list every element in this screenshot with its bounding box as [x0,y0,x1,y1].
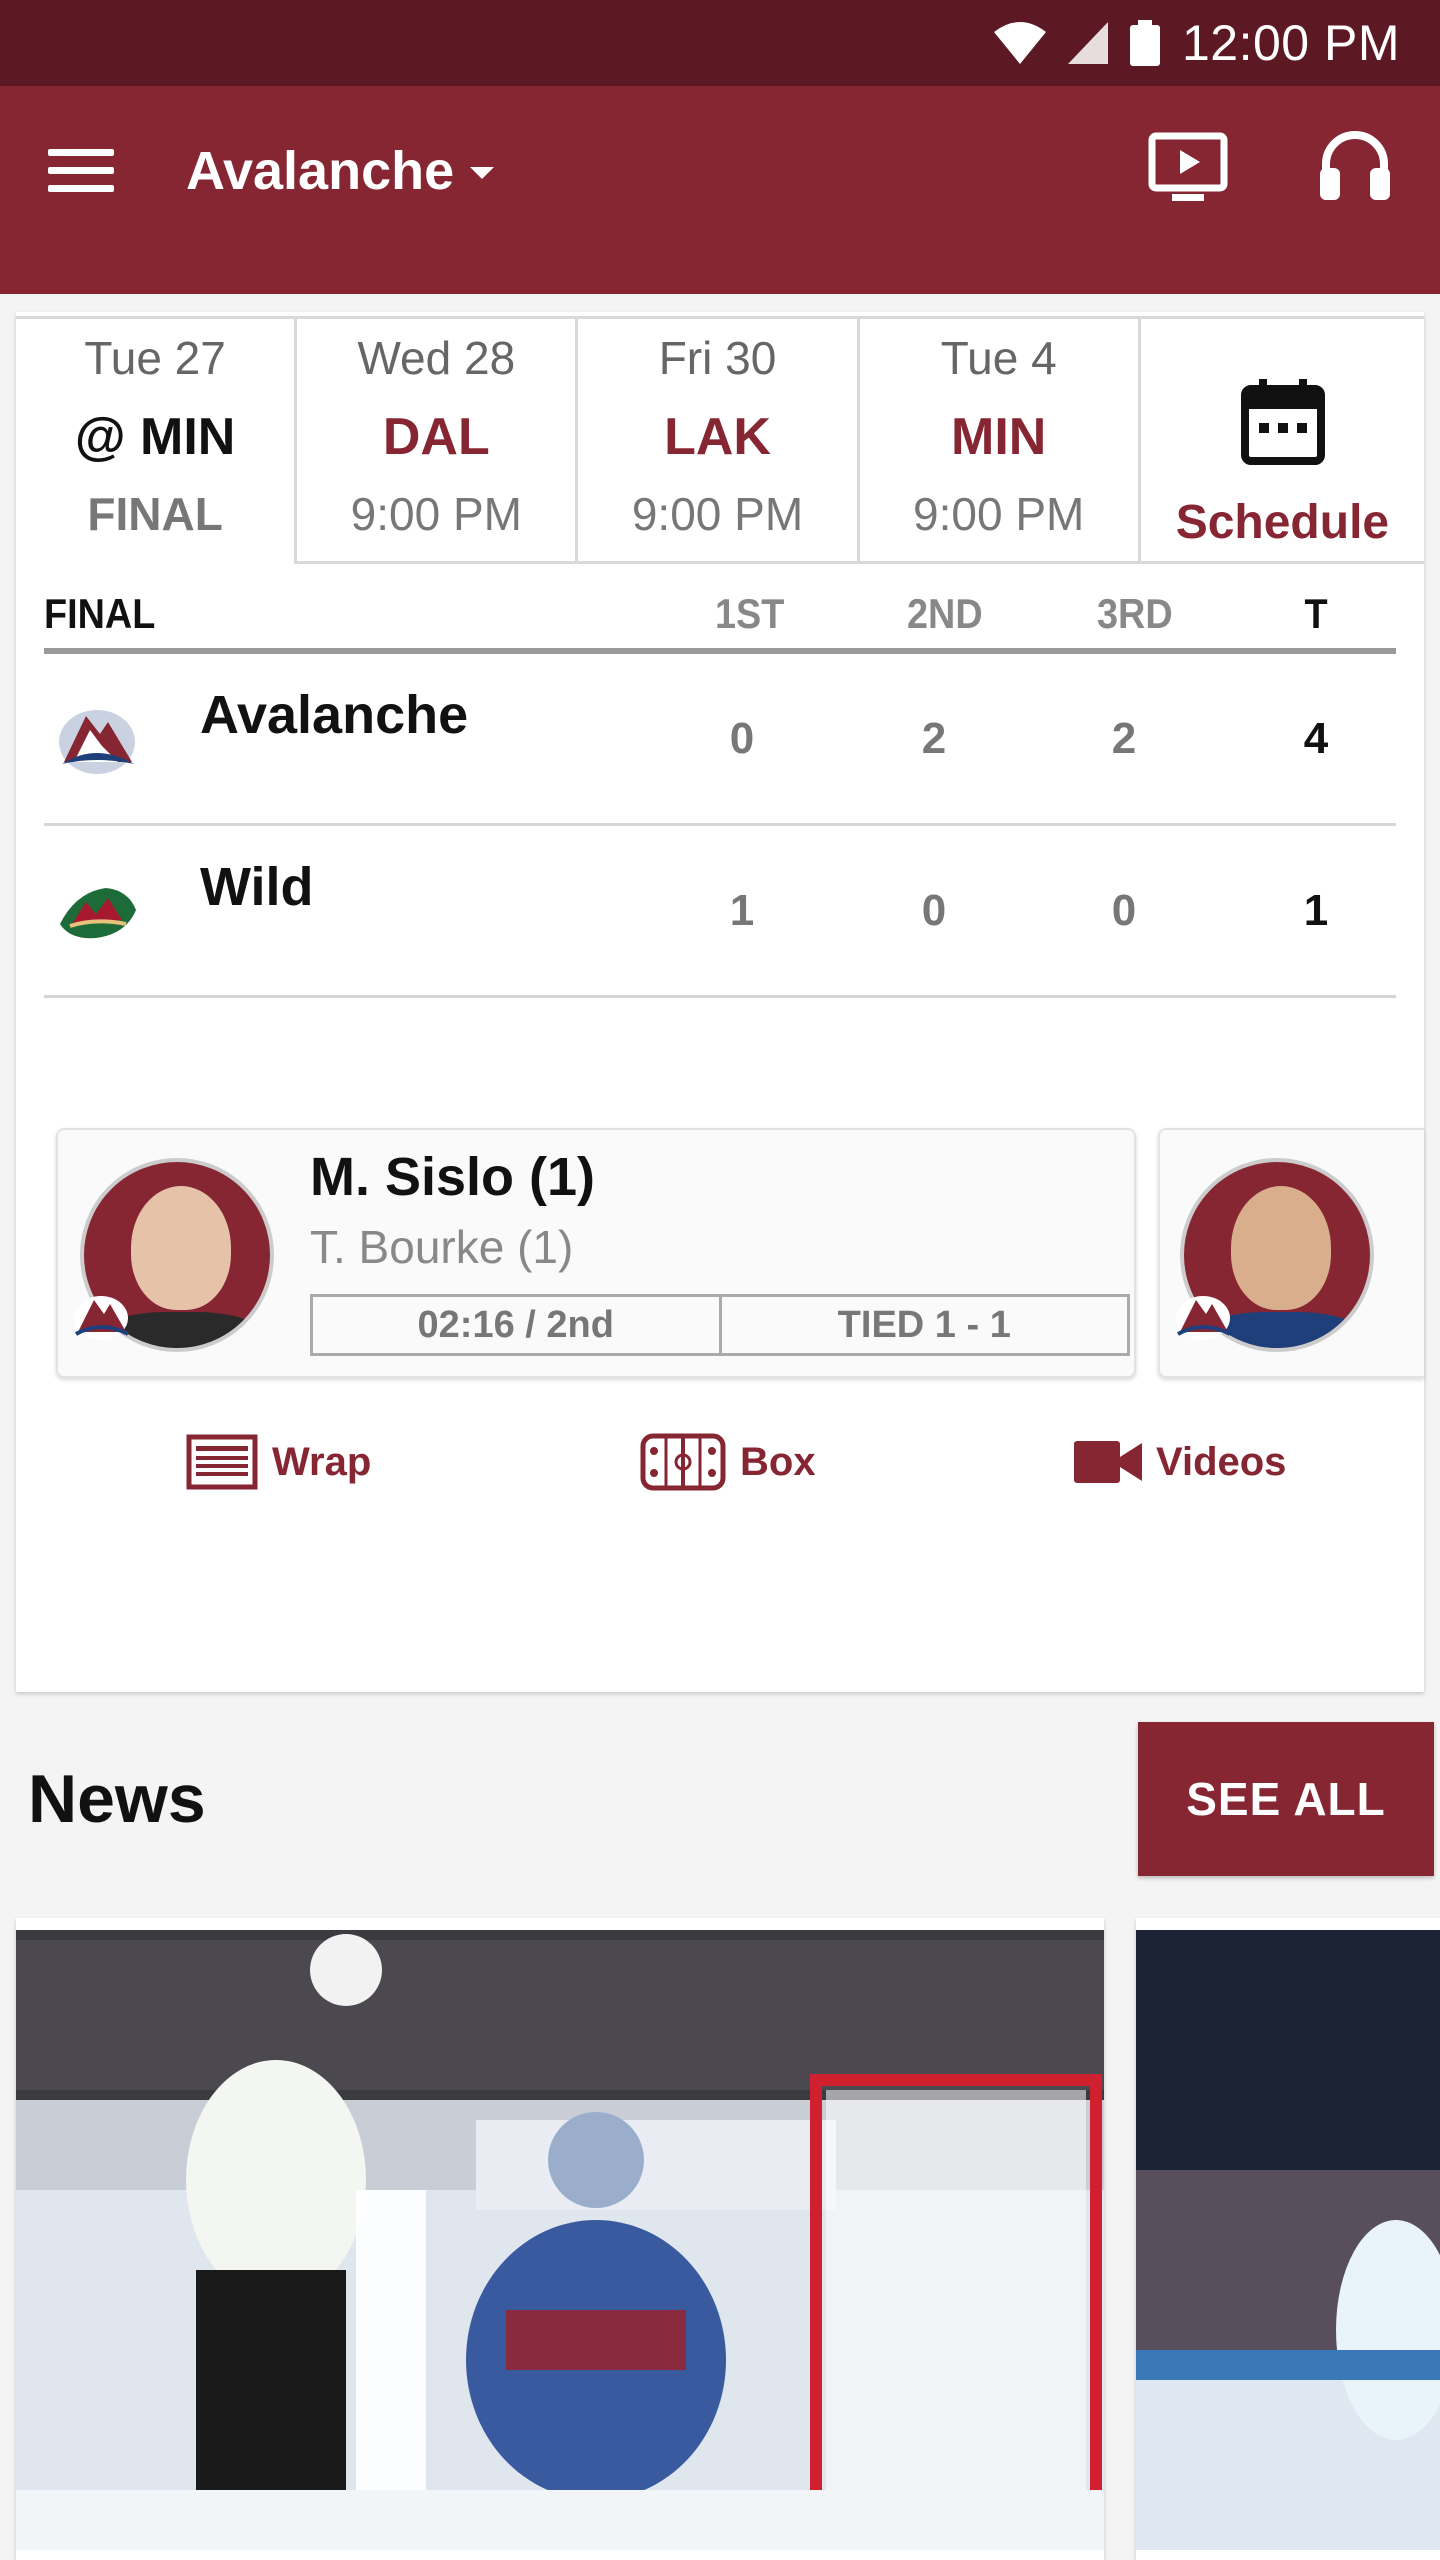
goal-assist: T. Bourke (1) [310,1221,574,1273]
videos-button[interactable]: Videos [1074,1422,1286,1502]
goal-details: 02:16 / 2nd TIED 1 - 1 [310,1294,1130,1356]
team-selector-label: Avalanche [186,141,455,201]
wrap-label: Wrap [272,1439,372,1484]
team-selector[interactable]: Avalanche [186,136,495,206]
headphones-icon[interactable] [1318,128,1392,202]
see-all-button[interactable]: SEE ALL [1138,1722,1434,1876]
line-score-table: FINAL 1ST 2ND 3RD T Avalanche 0 2 2 4 Wi… [44,582,1396,998]
scoreboard-card: Tue 27 @ MIN FINAL Wed 28 DAL 9:00 PM Fr… [16,312,1424,1692]
calendar-icon [1240,379,1325,465]
period-3-score: 2 [1111,714,1137,763]
game-opponent: LAK [664,408,771,466]
article-icon [186,1434,258,1490]
total-score: 1 [1303,886,1329,935]
team-name: Wild [200,857,314,917]
game-date: Tue 4 [940,332,1057,384]
period-2-score: 0 [921,886,947,935]
battery-icon [1129,20,1160,66]
game-time: 9:00 PM [631,488,804,540]
game-date: Wed 28 [357,332,516,384]
schedule-tab[interactable]: Schedule [1140,316,1424,564]
team-row: Avalanche 0 2 2 4 [44,654,1396,826]
news-card[interactable] [1136,1918,1440,2560]
news-card[interactable] [16,1918,1104,2560]
rink-icon [640,1433,726,1491]
goal-summary-card-next[interactable] [1158,1128,1424,1378]
period-2-header: 2ND [907,590,983,637]
game-opponent: @ MIN [74,408,236,466]
box-score-button[interactable]: Box [640,1422,816,1502]
game-final-label: FINAL [44,590,156,637]
period-1-score: 0 [729,714,755,763]
period-3-header: 3RD [1097,590,1173,637]
status-time: 12:00 PM [1181,15,1400,71]
game-opponent: DAL [382,408,490,466]
total-score: 4 [1303,714,1329,763]
game-tab[interactable]: Fri 30 LAK 9:00 PM [578,316,860,564]
team-badge-icon [1176,1296,1231,1340]
goal-time: 02:16 / 2nd [313,1297,722,1353]
period-3-score: 0 [1111,886,1137,935]
game-date: Fri 30 [658,332,777,384]
goal-score-state: TIED 1 - 1 [837,1304,1011,1346]
wrap-button[interactable]: Wrap [186,1422,371,1502]
video-camera-icon [1074,1441,1142,1483]
box-label: Box [740,1439,816,1484]
app-bar: Avalanche [0,86,1440,294]
news-photo [16,1930,1104,2550]
goal-scorer: M. Sislo (1) [310,1147,596,1207]
avalanche-logo-icon [59,710,135,774]
game-tab[interactable]: Tue 4 MIN 9:00 PM [859,316,1141,564]
news-section-title: News [28,1761,206,1837]
menu-icon[interactable] [48,138,120,204]
game-date: Tue 27 [84,332,226,384]
signal-icon [1067,22,1108,64]
line-score-header: FINAL 1ST 2ND 3RD T [44,582,1396,654]
period-1-header: 1ST [715,590,785,637]
dropdown-caret-icon [470,167,495,179]
game-tab-selected[interactable]: Tue 27 @ MIN FINAL [16,316,298,564]
period-2-score: 2 [921,714,947,763]
game-actions: Wrap Box Videos [16,1422,1424,1502]
game-tabs: Tue 27 @ MIN FINAL Wed 28 DAL 9:00 PM Fr… [16,316,1424,564]
game-opponent: MIN [951,408,1047,466]
goal-summary-card[interactable]: M. Sislo (1) T. Bourke (1) 02:16 / 2nd T… [56,1128,1136,1378]
videos-label: Videos [1156,1439,1287,1484]
team-name: Avalanche [200,685,469,745]
news-photo [1136,1930,1440,2550]
period-1-score: 1 [729,886,755,935]
total-header: T [1304,590,1328,637]
status-bar: 12:00 PM [0,0,1440,86]
wild-logo-icon [60,888,136,939]
wifi-icon [993,22,1046,64]
team-badge-icon [74,1296,129,1340]
team-row: Wild 1 0 0 1 [44,826,1396,998]
game-status: FINAL [87,488,223,540]
game-time: 9:00 PM [350,488,522,540]
game-time: 9:00 PM [913,488,1085,540]
game-tab[interactable]: Wed 28 DAL 9:00 PM [297,316,579,564]
tv-icon[interactable] [1148,132,1228,206]
schedule-label: Schedule [1175,496,1390,549]
